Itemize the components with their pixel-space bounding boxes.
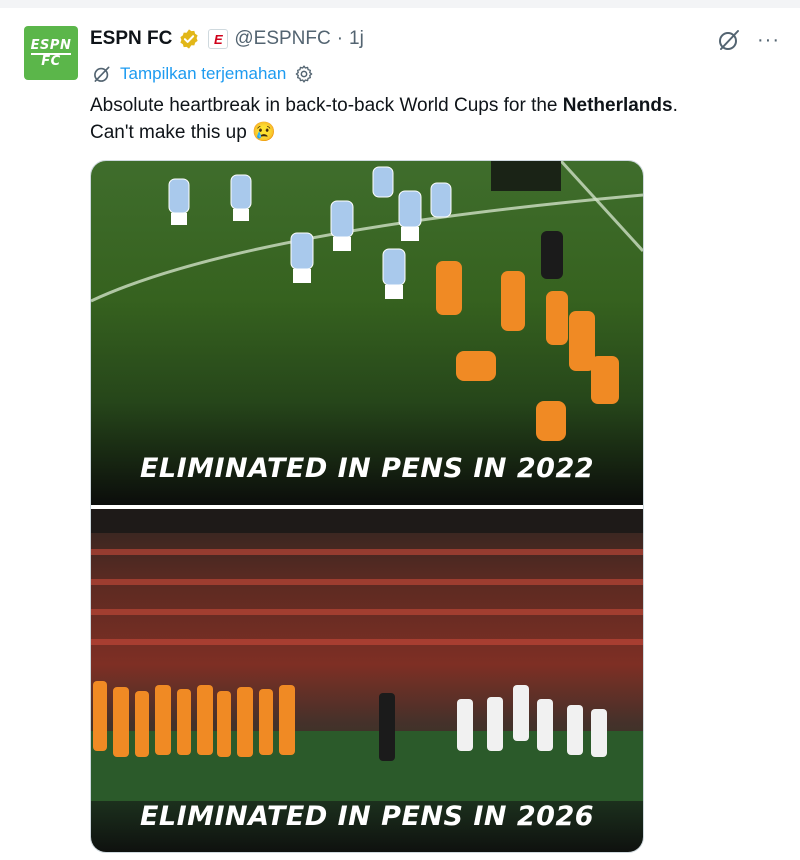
tweet-text: Absolute heartbreak in back-to-back Worl… <box>90 92 780 146</box>
avatar-text-bottom: FC <box>41 53 61 69</box>
separator-dot: · <box>336 28 344 49</box>
crying-emoji: 😢 <box>252 122 276 143</box>
tweet-media[interactable]: ELIMINATED IN PENS IN 2022 ELIMINATED IN… <box>90 160 644 853</box>
photo-2026[interactable]: ELIMINATED IN PENS IN 2026 <box>91 509 643 852</box>
translate-icon <box>94 66 110 82</box>
timestamp[interactable]: 1j <box>349 28 364 50</box>
header-actions: ··· <box>717 28 780 52</box>
photo-2022[interactable]: ELIMINATED IN PENS IN 2022 <box>91 161 643 505</box>
tweet-text-period: . <box>672 95 678 116</box>
tweet-text-bold: Netherlands <box>562 95 673 116</box>
tweet-header: ESPN FC E @ESPNFC · 1j <box>90 26 364 52</box>
more-options-icon[interactable]: ··· <box>757 30 780 50</box>
tweet-text-part1: Absolute heartbreak in back-to-back Worl… <box>90 95 563 116</box>
avatar-text-top: ESPN <box>30 37 72 55</box>
caption-2026: ELIMINATED IN PENS IN 2026 <box>139 801 595 832</box>
grok-icon[interactable] <box>717 28 741 52</box>
gear-icon[interactable] <box>294 64 314 84</box>
handle[interactable]: @ESPNFC <box>234 28 330 50</box>
top-bar <box>0 0 800 8</box>
verified-badge-icon[interactable] <box>178 28 200 50</box>
caption-2022: ELIMINATED IN PENS IN 2022 <box>139 453 595 484</box>
translate-link[interactable]: Tampilkan terjemahan <box>92 64 314 84</box>
espn-affiliate-icon[interactable]: E <box>208 29 229 49</box>
tweet-card[interactable]: ESPN FC ESPN FC E @ESPNFC · 1j ··· Tampi… <box>0 8 800 860</box>
avatar[interactable]: ESPN FC <box>24 26 78 80</box>
display-name[interactable]: ESPN FC <box>90 28 172 50</box>
tweet-text-line2: Can't make this up <box>90 122 247 143</box>
translate-label[interactable]: Tampilkan terjemahan <box>120 64 286 84</box>
